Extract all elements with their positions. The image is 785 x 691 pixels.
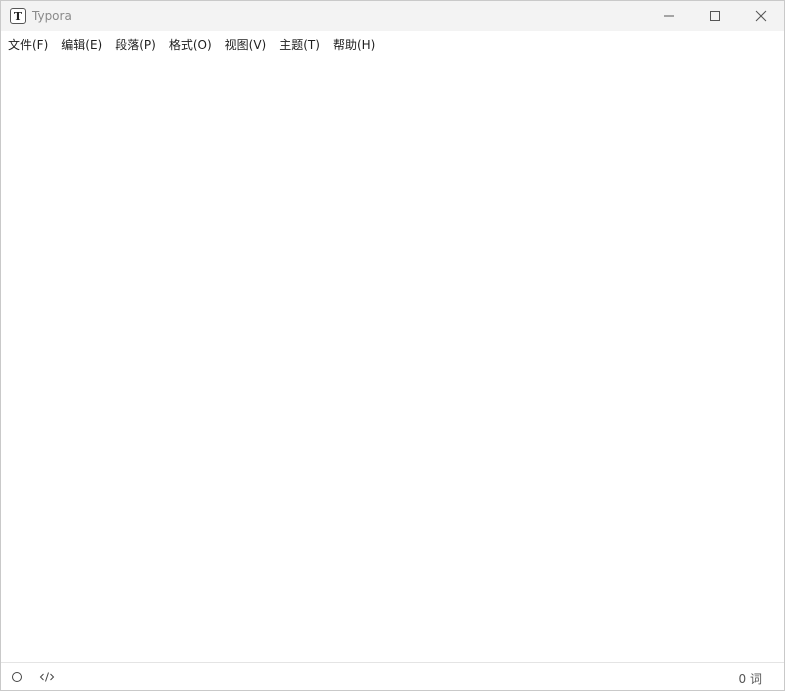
source-code-mode-button[interactable] (38, 669, 56, 685)
close-button[interactable] (738, 1, 784, 31)
menu-edit[interactable]: 编辑(E) (57, 33, 106, 56)
maximize-button[interactable] (692, 1, 738, 31)
title-bar[interactable]: T Typora (1, 1, 784, 31)
menu-paragraph[interactable]: 段落(P) (111, 33, 160, 56)
minimize-icon (664, 15, 674, 17)
menu-view[interactable]: 视图(V) (221, 33, 271, 56)
minimize-button[interactable] (646, 1, 692, 31)
menu-help[interactable]: 帮助(H) (329, 33, 379, 56)
code-icon (39, 672, 55, 682)
menu-bar: 文件(F) 编辑(E) 段落(P) 格式(O) 视图(V) 主题(T) 帮助(H… (1, 31, 784, 58)
close-icon (755, 10, 767, 22)
circle-icon (12, 672, 22, 682)
window-title: Typora (32, 9, 72, 23)
menu-format[interactable]: 格式(O) (165, 33, 216, 56)
editor-area[interactable] (1, 58, 784, 661)
maximize-icon (710, 11, 720, 21)
typora-logo-icon: T (10, 8, 26, 24)
menu-theme[interactable]: 主题(T) (275, 33, 324, 56)
app-window: T Typora 文件(F) 编辑(E) 段落(P) 格式(O) 视图(V) 主… (0, 0, 785, 691)
sidebar-toggle-button[interactable] (8, 669, 26, 685)
word-count[interactable]: 0 词 (739, 670, 762, 687)
window-controls (646, 1, 784, 31)
status-bar: 0 词 (1, 662, 784, 690)
menu-file[interactable]: 文件(F) (4, 33, 52, 56)
